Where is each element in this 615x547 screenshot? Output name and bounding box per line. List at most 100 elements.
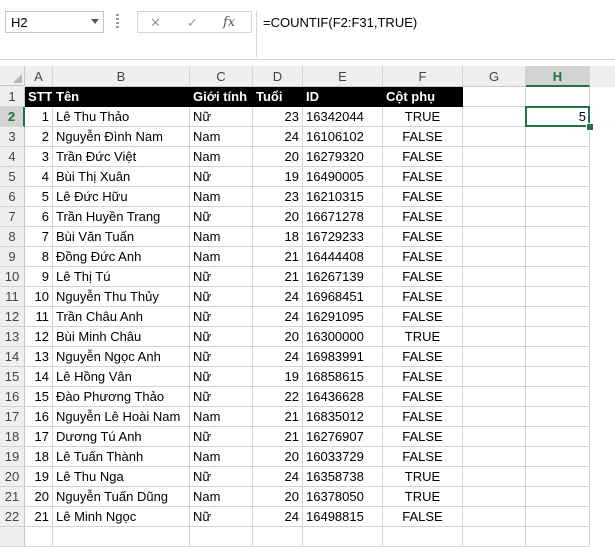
cell-stt[interactable]: 21 [25, 507, 53, 527]
cell-id[interactable]: 16498815 [303, 507, 383, 527]
cell-id[interactable]: 16106102 [303, 127, 383, 147]
cell-id[interactable]: 16671278 [303, 207, 383, 227]
cell-h[interactable] [526, 387, 590, 407]
cell-tuoi[interactable]: 22 [253, 387, 303, 407]
cell-stt[interactable]: 17 [25, 427, 53, 447]
cell-cot-phu[interactable]: FALSE [383, 407, 463, 427]
cell-ten[interactable]: Dương Tú Anh [53, 427, 190, 447]
cell-cot-phu[interactable]: FALSE [383, 247, 463, 267]
cell-ten[interactable]: Lê Hồng Vân [53, 367, 190, 387]
cell-gioi-tinh[interactable]: Nam [190, 147, 253, 167]
cell-tuoi[interactable]: 20 [253, 147, 303, 167]
header-ten[interactable]: Tên [53, 87, 190, 107]
cell-cot-phu[interactable]: TRUE [383, 327, 463, 347]
cell-gioi-tinh[interactable]: Nữ [190, 287, 253, 307]
cell-id[interactable]: 16983991 [303, 347, 383, 367]
cell-tuoi[interactable]: 24 [253, 507, 303, 527]
cell-h[interactable] [526, 287, 590, 307]
cell-g[interactable] [463, 327, 526, 347]
cell-ten[interactable]: Bùi Thị Xuân [53, 167, 190, 187]
cell-partial[interactable] [463, 527, 526, 547]
cell-id[interactable]: 16342044 [303, 107, 383, 127]
cell-id[interactable]: 16858615 [303, 367, 383, 387]
cell-tuoi[interactable]: 23 [253, 107, 303, 127]
cell-g[interactable] [463, 187, 526, 207]
row-header-20[interactable]: 20 [0, 467, 25, 487]
cell-g[interactable] [463, 147, 526, 167]
cell-ten[interactable]: Đồng Đức Anh [53, 247, 190, 267]
cell-stt[interactable]: 18 [25, 447, 53, 467]
cell-g[interactable] [463, 227, 526, 247]
cell-cot-phu[interactable]: FALSE [383, 447, 463, 467]
row-header-21[interactable]: 21 [0, 487, 25, 507]
cell-stt[interactable]: 10 [25, 287, 53, 307]
cell-stt[interactable]: 9 [25, 267, 53, 287]
resize-handle[interactable] [116, 14, 119, 30]
cell-cot-phu[interactable]: FALSE [383, 367, 463, 387]
row-header-11[interactable]: 11 [0, 287, 25, 307]
cell-tuoi[interactable]: 24 [253, 127, 303, 147]
cell-cot-phu[interactable]: FALSE [383, 167, 463, 187]
row-header-14[interactable]: 14 [0, 347, 25, 367]
cell-cot-phu[interactable]: FALSE [383, 227, 463, 247]
cell-gioi-tinh[interactable]: Nữ [190, 307, 253, 327]
cell-tuoi[interactable]: 24 [253, 467, 303, 487]
row-header-12[interactable]: 12 [0, 307, 25, 327]
row-header-1[interactable]: 1 [0, 87, 25, 107]
cell-id[interactable]: 16267139 [303, 267, 383, 287]
cell-g[interactable] [463, 207, 526, 227]
cell-tuoi[interactable]: 21 [253, 427, 303, 447]
cell-h[interactable] [526, 507, 590, 527]
row-header-8[interactable]: 8 [0, 227, 25, 247]
insert-function-icon[interactable]: fx [223, 15, 235, 30]
cell-tuoi[interactable]: 20 [253, 487, 303, 507]
cell-ten[interactable]: Nguyễn Đình Nam [53, 127, 190, 147]
cell-gioi-tinh[interactable]: Nữ [190, 507, 253, 527]
cell-h[interactable] [526, 147, 590, 167]
cell-gioi-tinh[interactable]: Nữ [190, 207, 253, 227]
cell-stt[interactable]: 19 [25, 467, 53, 487]
cell-g[interactable] [463, 127, 526, 147]
cell-ten[interactable]: Nguyễn Tuấn Dũng [53, 487, 190, 507]
cell-ten[interactable]: Nguyễn Ngọc Anh [53, 347, 190, 367]
cell-partial[interactable] [383, 527, 463, 547]
cell-gioi-tinh[interactable]: Nữ [190, 107, 253, 127]
cell-h[interactable] [526, 127, 590, 147]
cell-tuoi[interactable]: 21 [253, 407, 303, 427]
cell-g1[interactable] [463, 87, 526, 107]
cell-ten[interactable]: Lê Tuấn Thành [53, 447, 190, 467]
cell-cot-phu[interactable]: FALSE [383, 267, 463, 287]
cell-stt[interactable]: 4 [25, 167, 53, 187]
column-header-a[interactable]: A [25, 66, 53, 87]
cell-ten[interactable]: Lê Đức Hữu [53, 187, 190, 207]
cell-ten[interactable]: Bùi Minh Châu [53, 327, 190, 347]
cell-gioi-tinh[interactable]: Nữ [190, 347, 253, 367]
cell-cot-phu[interactable]: TRUE [383, 487, 463, 507]
cell-stt[interactable]: 12 [25, 327, 53, 347]
cell-ten[interactable]: Lê Thị Tú [53, 267, 190, 287]
cell-cot-phu[interactable]: FALSE [383, 187, 463, 207]
cell-tuoi[interactable]: 21 [253, 247, 303, 267]
cell-h[interactable] [526, 267, 590, 287]
cell-tuoi[interactable]: 24 [253, 347, 303, 367]
cell-ten[interactable]: Đào Phương Thảo [53, 387, 190, 407]
cell-h[interactable] [526, 487, 590, 507]
column-header-g[interactable]: G [463, 66, 526, 87]
cell-gioi-tinh[interactable]: Nữ [190, 267, 253, 287]
cell-id[interactable]: 16378050 [303, 487, 383, 507]
column-header-f[interactable]: F [383, 66, 463, 87]
cell-g[interactable] [463, 387, 526, 407]
cell-id[interactable]: 16729233 [303, 227, 383, 247]
cell-gioi-tinh[interactable]: Nam [190, 447, 253, 467]
cell-gioi-tinh[interactable]: Nữ [190, 427, 253, 447]
cell-g[interactable] [463, 487, 526, 507]
cell-stt[interactable]: 8 [25, 247, 53, 267]
cell-id[interactable]: 16444408 [303, 247, 383, 267]
cell-tuoi[interactable]: 24 [253, 307, 303, 327]
cell-stt[interactable]: 5 [25, 187, 53, 207]
cell-g[interactable] [463, 287, 526, 307]
cell-h[interactable] [526, 307, 590, 327]
cell-g[interactable] [463, 427, 526, 447]
cell-tuoi[interactable]: 19 [253, 167, 303, 187]
cell-id[interactable]: 16835012 [303, 407, 383, 427]
